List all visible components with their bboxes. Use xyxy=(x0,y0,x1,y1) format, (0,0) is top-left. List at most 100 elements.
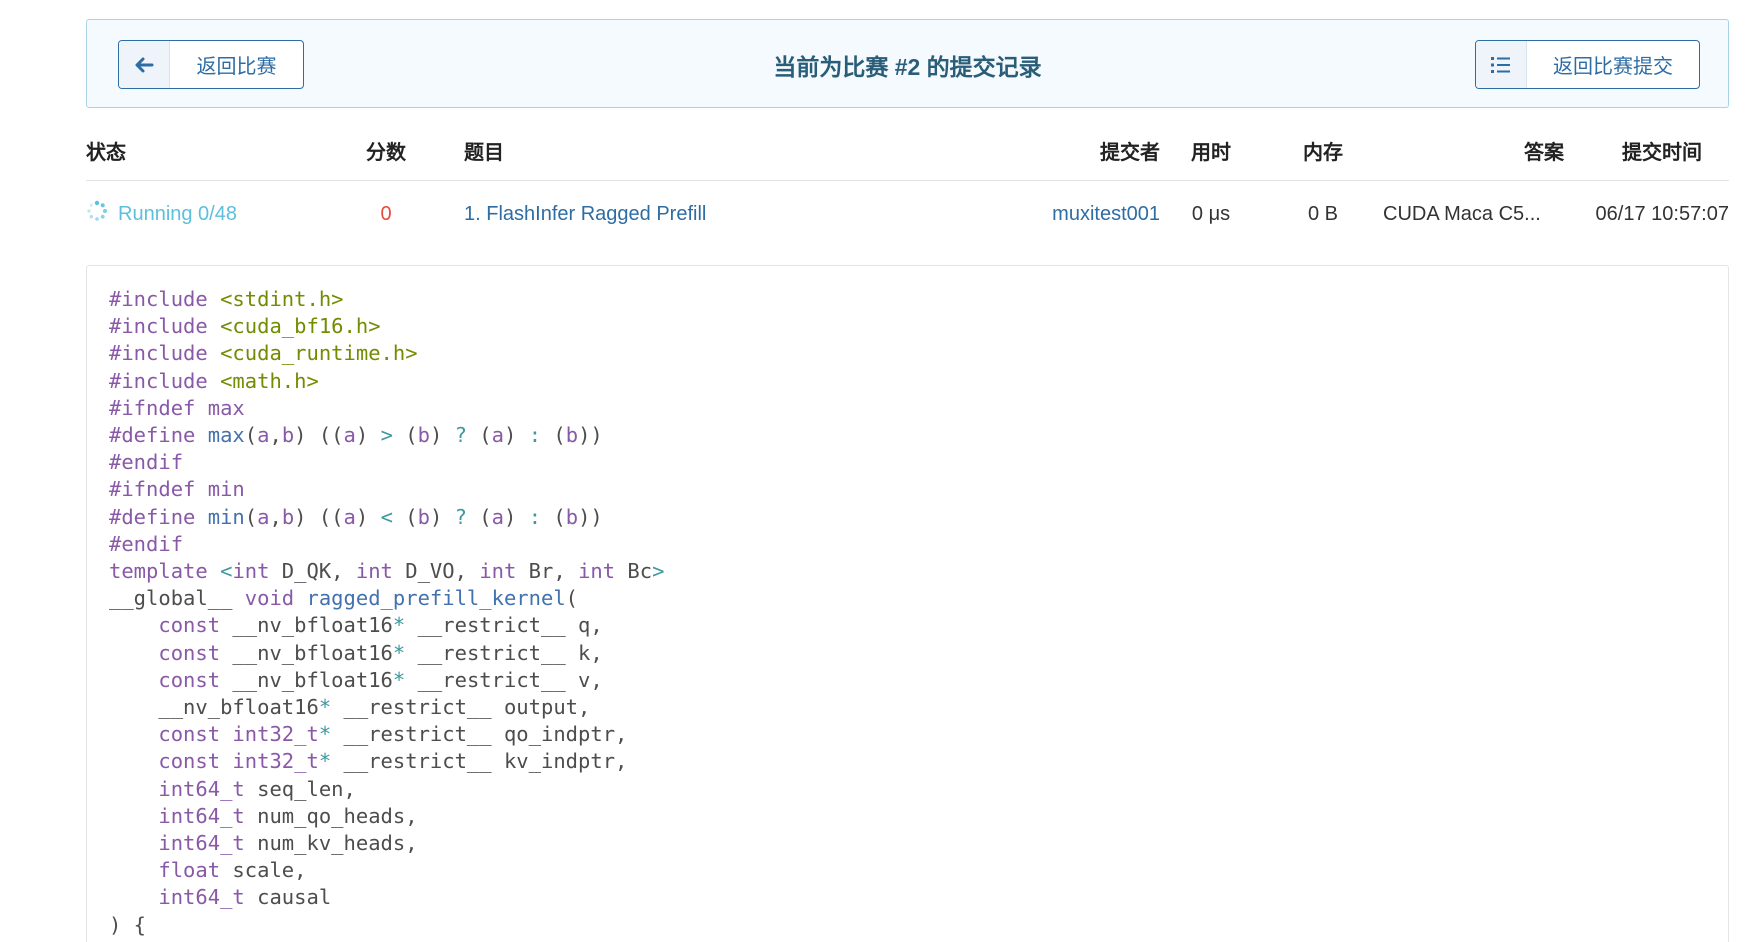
code-token: __restrict__ kv_indptr, xyxy=(331,749,628,774)
code-token: const int32_t xyxy=(158,722,319,747)
column-time: 用时 xyxy=(1191,141,1231,164)
problem-link[interactable]: 1. FlashInfer Ragged Prefill xyxy=(464,203,706,226)
arrow-left-icon xyxy=(119,41,170,88)
code-token: #ifndef min xyxy=(109,477,245,502)
code-token: int xyxy=(232,559,270,584)
code-token: ( xyxy=(392,423,418,448)
code-line: ) { xyxy=(109,912,1706,939)
code-token: Br, xyxy=(516,559,579,584)
code-token: int xyxy=(355,559,393,584)
code-token: Bc xyxy=(615,559,653,584)
code-token: b xyxy=(417,504,430,529)
list-icon xyxy=(1476,41,1527,88)
column-problem: 题目 xyxy=(464,141,504,164)
code-token: const int32_t xyxy=(158,749,319,774)
code-token: int xyxy=(479,559,517,584)
source-code: #include <stdint.h> #include <cuda_bf16.h… xyxy=(87,266,1728,942)
code-line: int64_t seq_len, xyxy=(109,776,1706,803)
code-token: > xyxy=(380,423,393,448)
time-value: 0 μs xyxy=(1191,202,1231,225)
code-token: const xyxy=(158,640,221,665)
code-token: ) { xyxy=(109,912,147,937)
code-token: a xyxy=(343,423,356,448)
code-token: ) (( xyxy=(294,504,344,529)
code-token: : xyxy=(528,504,542,529)
code-token: __nv_bfloat16 xyxy=(220,640,393,665)
code-token: < xyxy=(220,559,233,584)
code-token: b xyxy=(417,423,430,448)
code-line: #endif xyxy=(109,449,1706,476)
code-token: __nv_bfloat16 xyxy=(220,667,393,692)
submitter-link[interactable]: muxitest001 xyxy=(1052,203,1160,226)
code-token: ? xyxy=(454,504,467,529)
code-token: a xyxy=(491,423,504,448)
code-line: const __nv_bfloat16* __restrict__ k, xyxy=(109,640,1706,667)
code-token: #include xyxy=(109,314,221,339)
answer-value[interactable]: CUDA Maca C5... xyxy=(1383,181,1583,247)
code-token: )) xyxy=(578,423,603,448)
code-token: <cuda_bf16.h> xyxy=(220,314,381,339)
code-line: __nv_bfloat16* __restrict__ output, xyxy=(109,694,1706,721)
code-token: #include xyxy=(109,368,221,393)
code-token: * xyxy=(392,640,406,665)
code-token: int xyxy=(578,559,616,584)
code-token: * xyxy=(318,722,332,747)
code-token: template xyxy=(109,559,221,584)
code-token: const xyxy=(158,667,221,692)
page: 返回比赛 当前为比赛 #2 的提交记录 返回比赛提交 状态 分数 题目 提交者 … xyxy=(0,0,1759,942)
back-to-contest-button[interactable]: 返回比赛 xyxy=(118,40,304,89)
code-token: ( xyxy=(565,586,579,611)
code-token: const xyxy=(158,613,221,638)
code-token: ( xyxy=(244,504,258,529)
code-token: ) xyxy=(429,504,455,529)
code-token: * xyxy=(392,613,406,638)
column-submit-time: 提交时间 xyxy=(1622,141,1702,164)
code-token: , xyxy=(269,423,282,448)
code-line: #ifndef max xyxy=(109,395,1706,422)
code-token: #ifndef max xyxy=(109,395,245,420)
code-token: * xyxy=(392,667,406,692)
code-line: #include <math.h> xyxy=(109,368,1706,395)
code-token: ) xyxy=(355,423,381,448)
status-text: Running 0/48 xyxy=(118,202,237,225)
back-to-contest-label: 返回比赛 xyxy=(196,56,277,78)
code-token: ( xyxy=(466,423,492,448)
code-token: #endif xyxy=(109,531,184,556)
code-token: int64_t xyxy=(158,803,245,828)
code-line: #include <cuda_runtime.h> xyxy=(109,340,1706,367)
back-to-contest-submissions-button[interactable]: 返回比赛提交 xyxy=(1475,40,1700,89)
code-token: ? xyxy=(454,423,467,448)
code-line: const int32_t* __restrict__ qo_indptr, xyxy=(109,721,1706,748)
code-token: #include xyxy=(109,287,221,311)
code-token: scale, xyxy=(220,858,307,883)
score-value: 0 xyxy=(380,202,392,225)
code-token: ( xyxy=(392,504,418,529)
table-row: Running 0/48 0 1. FlashInfer Ragged Pref… xyxy=(86,181,1729,247)
status-cell[interactable]: Running 0/48 xyxy=(86,181,286,247)
code-token: num_kv_heads, xyxy=(244,831,418,856)
code-line: const __nv_bfloat16* __restrict__ v, xyxy=(109,667,1706,694)
code-token: b xyxy=(565,423,579,448)
code-token: int64_t xyxy=(158,776,245,801)
submission-table: 状态 分数 题目 提交者 用时 内存 答案 提交时间 Running 0/48 … xyxy=(86,120,1729,247)
code-token: D_QK, xyxy=(269,559,356,584)
code-token: )) xyxy=(578,504,603,529)
code-token: __restrict__ output, xyxy=(331,695,591,720)
code-line: #define min(a,b) ((a) < (b) ? (a) : (b)) xyxy=(109,504,1706,531)
submit-time-value: 06/17 10:57:07 xyxy=(1595,202,1729,225)
code-token: <math.h> xyxy=(220,368,319,393)
code-token: <cuda_runtime.h> xyxy=(220,341,418,366)
code-token: ( xyxy=(466,504,492,529)
code-token: a xyxy=(491,504,504,529)
code-token: seq_len, xyxy=(244,776,356,801)
code-token: ) xyxy=(355,504,381,529)
code-token: ) xyxy=(504,504,529,529)
submitter-cell: muxitest001 xyxy=(906,181,1160,247)
code-token: ( xyxy=(541,423,566,448)
